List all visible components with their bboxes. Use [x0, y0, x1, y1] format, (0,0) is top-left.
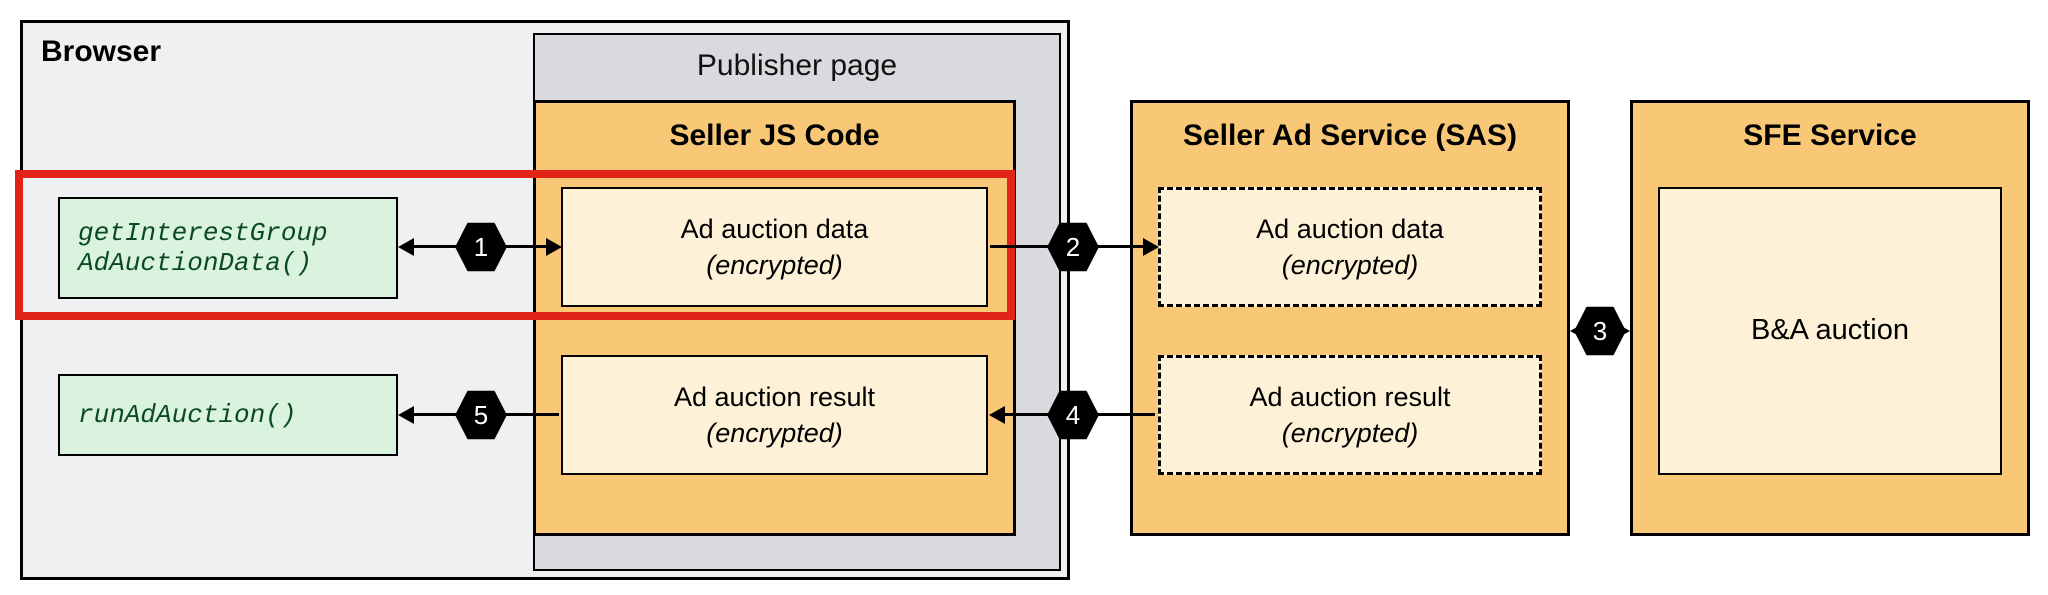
- arrow-1-head-left: [398, 238, 414, 256]
- sas-ad-data-label: Ad auction data: [1256, 211, 1444, 247]
- api-run-label: runAdAuction(): [78, 400, 296, 430]
- seller-js-ad-data: Ad auction data (encrypted): [561, 187, 988, 307]
- sas-ad-result-label: Ad auction result: [1249, 379, 1450, 415]
- sas-ad-data-encrypted: (encrypted): [1282, 247, 1419, 283]
- arrow-4-head: [989, 406, 1005, 424]
- arrow-1-head-right: [546, 238, 562, 256]
- ad-result-label: Ad auction result: [674, 379, 875, 415]
- step-2-num: 2: [1066, 232, 1080, 263]
- api-get-interest-group: getInterestGroup AdAuctionData(): [58, 197, 398, 299]
- step-hex-3: 3: [1573, 304, 1627, 358]
- publisher-page-label: Publisher page: [535, 49, 1059, 83]
- ad-data-encrypted: (encrypted): [706, 247, 843, 283]
- step-hex-4: 4: [1046, 388, 1100, 442]
- api-run-ad-auction: runAdAuction(): [58, 374, 398, 456]
- step-hex-1: 1: [454, 220, 508, 274]
- step-hex-2: 2: [1046, 220, 1100, 274]
- sas-ad-result: Ad auction result (encrypted): [1158, 355, 1542, 475]
- step-hex-5: 5: [454, 388, 508, 442]
- seller-js-title: Seller JS Code: [536, 119, 1013, 153]
- ad-result-encrypted: (encrypted): [706, 415, 843, 451]
- sfe-auction: B&A auction: [1658, 187, 2002, 475]
- sfe-auction-label: B&A auction: [1751, 311, 1909, 350]
- ad-data-label: Ad auction data: [681, 211, 869, 247]
- arrow-2-head: [1143, 238, 1159, 256]
- arrow-5-head: [398, 406, 414, 424]
- sas-title: Seller Ad Service (SAS): [1133, 119, 1567, 153]
- sas-ad-result-encrypted: (encrypted): [1282, 415, 1419, 451]
- browser-label: Browser: [41, 35, 161, 69]
- step-3-num: 3: [1593, 316, 1607, 347]
- api-get-ig-line1: getInterestGroup: [78, 218, 328, 248]
- step-4-num: 4: [1066, 400, 1080, 431]
- seller-js-ad-result: Ad auction result (encrypted): [561, 355, 988, 475]
- step-5-num: 5: [474, 400, 488, 431]
- sas-ad-data: Ad auction data (encrypted): [1158, 187, 1542, 307]
- sfe-title: SFE Service: [1633, 119, 2027, 153]
- api-get-ig-line2: AdAuctionData(): [78, 248, 312, 278]
- step-1-num: 1: [474, 232, 488, 263]
